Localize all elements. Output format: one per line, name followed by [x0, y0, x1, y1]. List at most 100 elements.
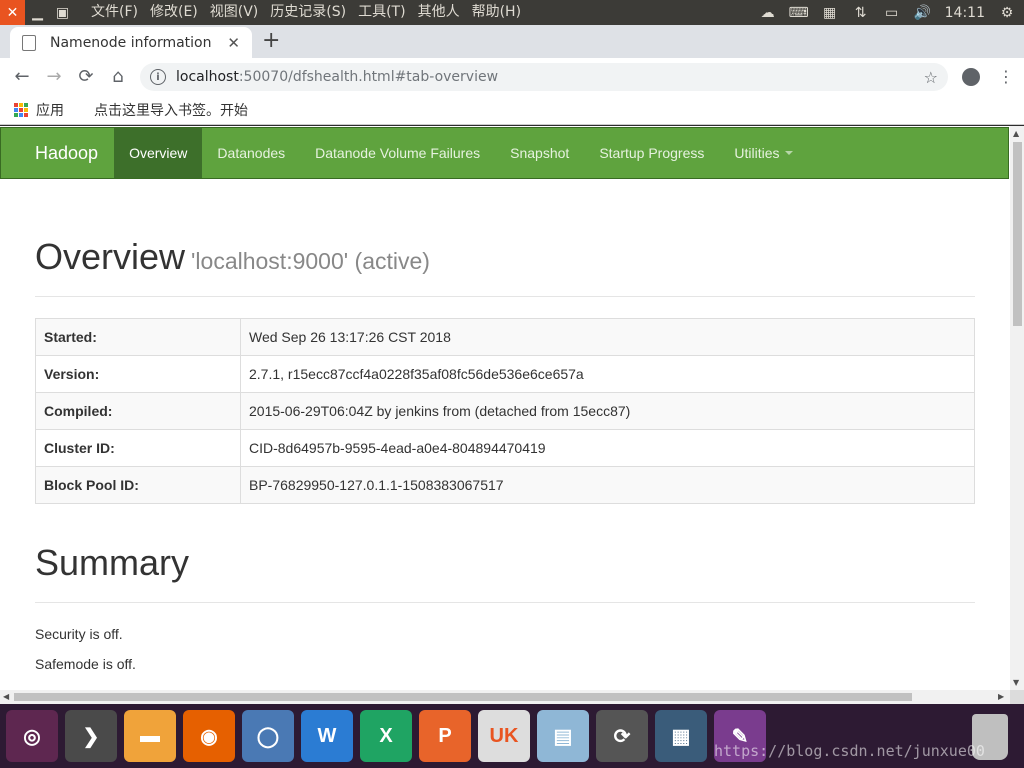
- nav-utilities-label: Utilities: [734, 145, 780, 161]
- bookmarks-bar: 应用 点击这里导入书签。开始: [0, 95, 1024, 125]
- caret-down-icon: [784, 151, 793, 155]
- horizontal-scroll-thumb[interactable]: [14, 693, 912, 701]
- volume-icon[interactable]: 🔊: [914, 5, 932, 21]
- table-row: Compiled: 2015-06-29T06:04Z by jenkins fr…: [35, 392, 975, 430]
- nav-startup-progress[interactable]: Startup Progress: [584, 128, 719, 178]
- menu-file[interactable]: 文件(F): [85, 0, 144, 25]
- nav-utilities[interactable]: Utilities: [719, 128, 807, 178]
- info-key: Started:: [35, 318, 241, 356]
- hadoop-navbar: Hadoop Overview Datanodes Datanode Volum…: [0, 127, 1009, 179]
- table-row: Block Pool ID: BP-76829950-127.0.1.1-1508…: [35, 466, 975, 504]
- software-center-app-icon[interactable]: ▤: [537, 710, 589, 762]
- reload-icon[interactable]: ⟳: [70, 61, 102, 93]
- tab-title: Namenode information: [50, 34, 212, 51]
- files-app-icon[interactable]: ▬: [124, 710, 176, 762]
- workspaces-app-icon[interactable]: ▦: [655, 710, 707, 762]
- chrome-app-icon[interactable]: ◯: [242, 710, 294, 762]
- page-viewport: Hadoop Overview Datanodes Datanode Volum…: [0, 126, 1024, 704]
- overview-title: Overview: [35, 236, 186, 277]
- scroll-right-icon[interactable]: ▶: [998, 692, 1004, 701]
- table-row: Version: 2.7.1, r15ecc87ccf4a0228f35af08f…: [35, 355, 975, 393]
- nav-datanodes[interactable]: Datanodes: [202, 128, 300, 178]
- keyboard-icon[interactable]: ⌨: [789, 5, 809, 21]
- site-info-icon[interactable]: i: [150, 69, 166, 85]
- nav-datanode-volume-failures[interactable]: Datanode Volume Failures: [300, 128, 495, 178]
- vertical-scroll-thumb[interactable]: [1013, 142, 1022, 326]
- bookmark-star-icon[interactable]: ☆: [924, 68, 938, 87]
- info-key: Version:: [35, 355, 241, 393]
- power-gear-icon[interactable]: ⚙: [998, 5, 1016, 21]
- update-app-icon[interactable]: ⟳: [596, 710, 648, 762]
- menu-help[interactable]: 帮助(H): [466, 0, 527, 25]
- summary-heading: Summary: [35, 542, 190, 583]
- scroll-left-icon[interactable]: ◀: [3, 692, 9, 701]
- watermark: https://blog.csdn.net/junxue00: [714, 742, 985, 760]
- network-icon[interactable]: ⇅: [852, 5, 870, 21]
- menu-edit[interactable]: 修改(E): [144, 0, 204, 25]
- info-value: 2.7.1, r15ecc87ccf4a0228f35af08fc56de536…: [240, 355, 975, 393]
- url-path: :50070/dfshealth.html#tab-overview: [238, 69, 499, 85]
- info-key: Cluster ID:: [35, 429, 241, 467]
- info-value: 2015-06-29T06:04Z by jenkins from (detac…: [240, 392, 975, 430]
- info-key: Compiled:: [35, 392, 241, 430]
- terminal-app-icon[interactable]: ❯: [65, 710, 117, 762]
- ubuntu-kylin-app-icon[interactable]: UK: [478, 710, 530, 762]
- page-icon: [22, 34, 36, 51]
- table-row: Cluster ID: CID-8d64957b-9595-4ead-a0e4-8…: [35, 429, 975, 467]
- menu-kebab-icon[interactable]: ⋮: [998, 67, 1014, 86]
- top-panel: ✕ ▁ ▣ 文件(F) 修改(E) 视图(V) 历史记录(S) 工具(T) 其他…: [0, 0, 1024, 25]
- app-menubar: 文件(F) 修改(E) 视图(V) 历史记录(S) 工具(T) 其他人 帮助(H…: [85, 0, 527, 25]
- battery-icon[interactable]: ▭: [883, 5, 901, 21]
- launcher-dock: ◎ ❯ ▬ ◉ ◯ W X P UK ▤ ⟳ ▦ ✎ https://blog.csdn.net/jun…: [0, 704, 1024, 768]
- vertical-scrollbar[interactable]: ▲ ▼: [1010, 126, 1024, 690]
- apps-grid-icon[interactable]: [14, 102, 28, 117]
- horizontal-scrollbar[interactable]: ◀ ▶: [0, 690, 1010, 704]
- nav-overview[interactable]: Overview: [114, 128, 203, 178]
- system-tray: ☁ ⌨ ▦ ⇅ ▭ 🔊 14:11 ⚙: [759, 0, 1016, 25]
- browser-tab[interactable]: Namenode information ✕: [10, 27, 252, 58]
- divider: [35, 296, 975, 297]
- menu-view[interactable]: 视图(V): [204, 0, 265, 25]
- nav-snapshot[interactable]: Snapshot: [495, 128, 584, 178]
- safemode-status: Safemode is off.: [35, 656, 136, 672]
- wps-spreadsheet-app-icon[interactable]: X: [360, 710, 412, 762]
- scroll-up-icon[interactable]: ▲: [1013, 129, 1019, 138]
- overview-heading: Overview'localhost:9000' (active): [35, 236, 430, 278]
- info-key: Block Pool ID:: [35, 466, 241, 504]
- window-close-button[interactable]: ✕: [0, 0, 25, 25]
- divider: [35, 602, 975, 603]
- import-bookmarks-link[interactable]: 点击这里导入书签。开始: [94, 100, 248, 120]
- weather-icon[interactable]: ☁: [759, 5, 777, 21]
- wps-presentation-app-icon[interactable]: P: [419, 710, 471, 762]
- info-value: CID-8d64957b-9595-4ead-a0e4-804894470419: [240, 429, 975, 467]
- window-maximize-button[interactable]: ▣: [50, 0, 75, 25]
- tab-strip: Namenode information ✕ +: [0, 25, 1024, 58]
- firefox-app-icon[interactable]: ◉: [183, 710, 235, 762]
- back-arrow-icon[interactable]: ←: [6, 61, 38, 93]
- menu-tools[interactable]: 工具(T): [352, 0, 411, 25]
- wps-writer-app-icon[interactable]: W: [301, 710, 353, 762]
- info-value: Wed Sep 26 13:17:26 CST 2018: [240, 318, 975, 356]
- profile-avatar-icon[interactable]: [962, 67, 980, 86]
- tab-close-icon[interactable]: ✕: [227, 34, 240, 52]
- brand-link[interactable]: Hadoop: [1, 128, 114, 178]
- home-icon[interactable]: ⌂: [102, 61, 134, 93]
- menu-history[interactable]: 历史记录(S): [264, 0, 352, 25]
- clock[interactable]: 14:11: [945, 5, 985, 21]
- ubuntu-launcher-icon[interactable]: ◎: [6, 710, 58, 762]
- address-bar[interactable]: i localhost:50070/dfshealth.html#tab-ove…: [140, 63, 948, 91]
- overview-subtitle: 'localhost:9000' (active): [191, 248, 430, 274]
- calendar-icon[interactable]: ▦: [821, 5, 839, 21]
- apps-bookmark[interactable]: 应用: [36, 100, 64, 120]
- url-host: localhost: [176, 69, 239, 85]
- window-minimize-button[interactable]: ▁: [25, 0, 50, 25]
- security-status: Security is off.: [35, 626, 123, 642]
- forward-arrow-icon[interactable]: →: [38, 61, 70, 93]
- scroll-down-icon[interactable]: ▼: [1013, 678, 1019, 687]
- new-tab-button[interactable]: +: [262, 30, 280, 52]
- info-value: BP-76829950-127.0.1.1-1508383067517: [240, 466, 975, 504]
- table-row: Started: Wed Sep 26 13:17:26 CST 2018: [35, 318, 975, 356]
- scrollbar-corner: [1010, 690, 1024, 704]
- menu-people[interactable]: 其他人: [412, 0, 466, 25]
- browser-toolbar: ← → ⟳ ⌂ i localhost:50070/dfshealth.html…: [0, 58, 1024, 95]
